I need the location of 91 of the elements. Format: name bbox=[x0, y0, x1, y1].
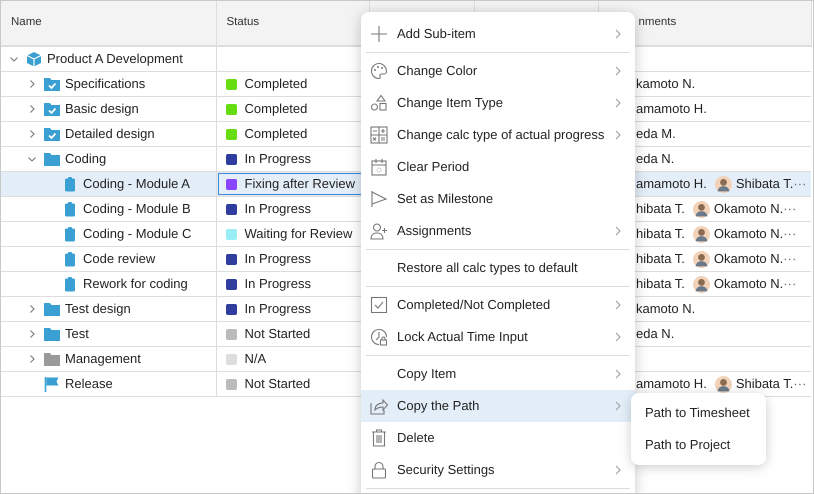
more-indicator: ··· bbox=[793, 175, 806, 194]
item-name: Basic design bbox=[65, 100, 139, 118]
menu-item[interactable]: Restore all calc types to default bbox=[361, 252, 635, 284]
assignee-name: eda N. bbox=[636, 150, 674, 168]
assignee-name: hibata T. bbox=[636, 225, 685, 244]
assignee-name: hibata T. bbox=[636, 200, 685, 218]
menu-item[interactable]: Change calc type of actual progress bbox=[361, 119, 635, 151]
more-indicator: ··· bbox=[783, 225, 796, 244]
status-label: In Progress bbox=[244, 150, 311, 168]
user-plus-icon bbox=[370, 222, 388, 240]
trash-icon bbox=[370, 429, 388, 447]
avatar-icon bbox=[692, 226, 710, 242]
status-label: Not Started bbox=[244, 375, 310, 394]
item-name: Specifications bbox=[65, 75, 146, 94]
flag-icon bbox=[370, 190, 388, 208]
status-label: N/A bbox=[244, 350, 266, 368]
shapes-icon bbox=[370, 94, 388, 112]
assignee-name: eda N. bbox=[636, 325, 674, 344]
status-label: Completed bbox=[244, 75, 308, 94]
item-name: Coding - Module A bbox=[83, 175, 190, 194]
status-label: In Progress bbox=[244, 200, 311, 218]
item-name: Product A Development bbox=[47, 50, 183, 68]
menu-item[interactable]: Clear Period bbox=[361, 151, 635, 183]
menu-item[interactable]: Copy the Path bbox=[361, 390, 635, 422]
share-icon bbox=[370, 397, 388, 415]
assignee-name: kamoto N. bbox=[636, 300, 696, 318]
status-label: Not Started bbox=[244, 325, 310, 344]
assignee-name: Shibata T. bbox=[736, 375, 794, 394]
assignee-name: hibata T. bbox=[636, 275, 685, 294]
menu-item[interactable]: Change Color bbox=[361, 55, 635, 87]
assignee-name: amamoto H. bbox=[636, 100, 707, 118]
item-name: Coding bbox=[65, 150, 106, 168]
menu-item[interactable]: Change Item Type bbox=[361, 87, 635, 119]
clipboard-icon bbox=[62, 276, 78, 292]
more-indicator: ··· bbox=[793, 375, 806, 394]
item-name: Test design bbox=[65, 300, 131, 318]
item-name: Rework for coding bbox=[83, 275, 188, 294]
status-label: In Progress bbox=[244, 275, 311, 294]
clock-lock-icon bbox=[370, 328, 388, 346]
avatar-icon bbox=[692, 276, 710, 292]
item-name: Release bbox=[65, 375, 113, 394]
palette-icon bbox=[370, 62, 388, 80]
menu-item[interactable]: Copy Item bbox=[361, 358, 635, 390]
checkbox-icon bbox=[370, 296, 388, 314]
assignee-name: kamoto N. bbox=[636, 75, 696, 94]
cube-icon bbox=[26, 51, 42, 67]
menu-item[interactable]: Assignments bbox=[361, 215, 635, 247]
status-label: Completed bbox=[244, 100, 308, 118]
clipboard-icon bbox=[62, 176, 78, 192]
more-indicator: ··· bbox=[783, 250, 796, 268]
item-name: Management bbox=[65, 350, 141, 368]
status-label: Fixing after Review bbox=[244, 175, 356, 194]
clipboard-icon bbox=[62, 201, 78, 217]
assignee-name: hibata T. bbox=[636, 250, 685, 268]
status-label: Completed bbox=[244, 125, 308, 144]
menu-item[interactable]: Add Sub-item bbox=[361, 18, 635, 50]
assignee-name: Okamoto N. bbox=[714, 225, 784, 244]
avatar-icon bbox=[714, 176, 732, 192]
assignee-name: amamoto H. bbox=[636, 175, 707, 194]
more-indicator: ··· bbox=[783, 200, 796, 218]
lock-icon bbox=[370, 461, 388, 479]
assignee-name: amamoto H. bbox=[636, 375, 707, 394]
flag-icon bbox=[44, 376, 60, 392]
menu-item[interactable]: Lock Actual Time Input bbox=[361, 321, 635, 353]
more-indicator: ··· bbox=[783, 275, 796, 294]
assignee-name: Okamoto N. bbox=[714, 200, 784, 218]
item-name: Coding - Module B bbox=[83, 200, 191, 218]
clipboard-icon bbox=[62, 226, 78, 242]
assignee-name: Shibata T. bbox=[736, 175, 794, 194]
avatar-icon bbox=[714, 376, 732, 392]
column-header: Status bbox=[226, 16, 260, 28]
clipboard-icon bbox=[62, 251, 78, 267]
item-name: Coding - Module C bbox=[83, 225, 192, 244]
item-name: Detailed design bbox=[65, 125, 155, 144]
calendar-icon bbox=[370, 158, 388, 176]
calculator-icon bbox=[370, 126, 388, 144]
status-label: Waiting for Review bbox=[244, 225, 352, 244]
assignee-name: Okamoto N. bbox=[714, 275, 784, 294]
plus-icon bbox=[370, 25, 388, 43]
column-header: Name bbox=[11, 16, 42, 28]
item-name: Code review bbox=[83, 250, 156, 268]
menu-item[interactable]: Set as Milestone bbox=[361, 183, 635, 215]
status-label: In Progress bbox=[244, 300, 311, 318]
avatar-icon bbox=[692, 200, 710, 218]
menu-item[interactable]: Completed/Not Completed bbox=[361, 289, 635, 321]
item-name: Test bbox=[65, 325, 89, 344]
avatar-icon bbox=[692, 250, 710, 268]
assignee-name: eda M. bbox=[636, 125, 676, 144]
status-label: In Progress bbox=[244, 250, 311, 268]
assignee-name: Okamoto N. bbox=[714, 250, 784, 268]
column-header: nments bbox=[638, 16, 676, 28]
